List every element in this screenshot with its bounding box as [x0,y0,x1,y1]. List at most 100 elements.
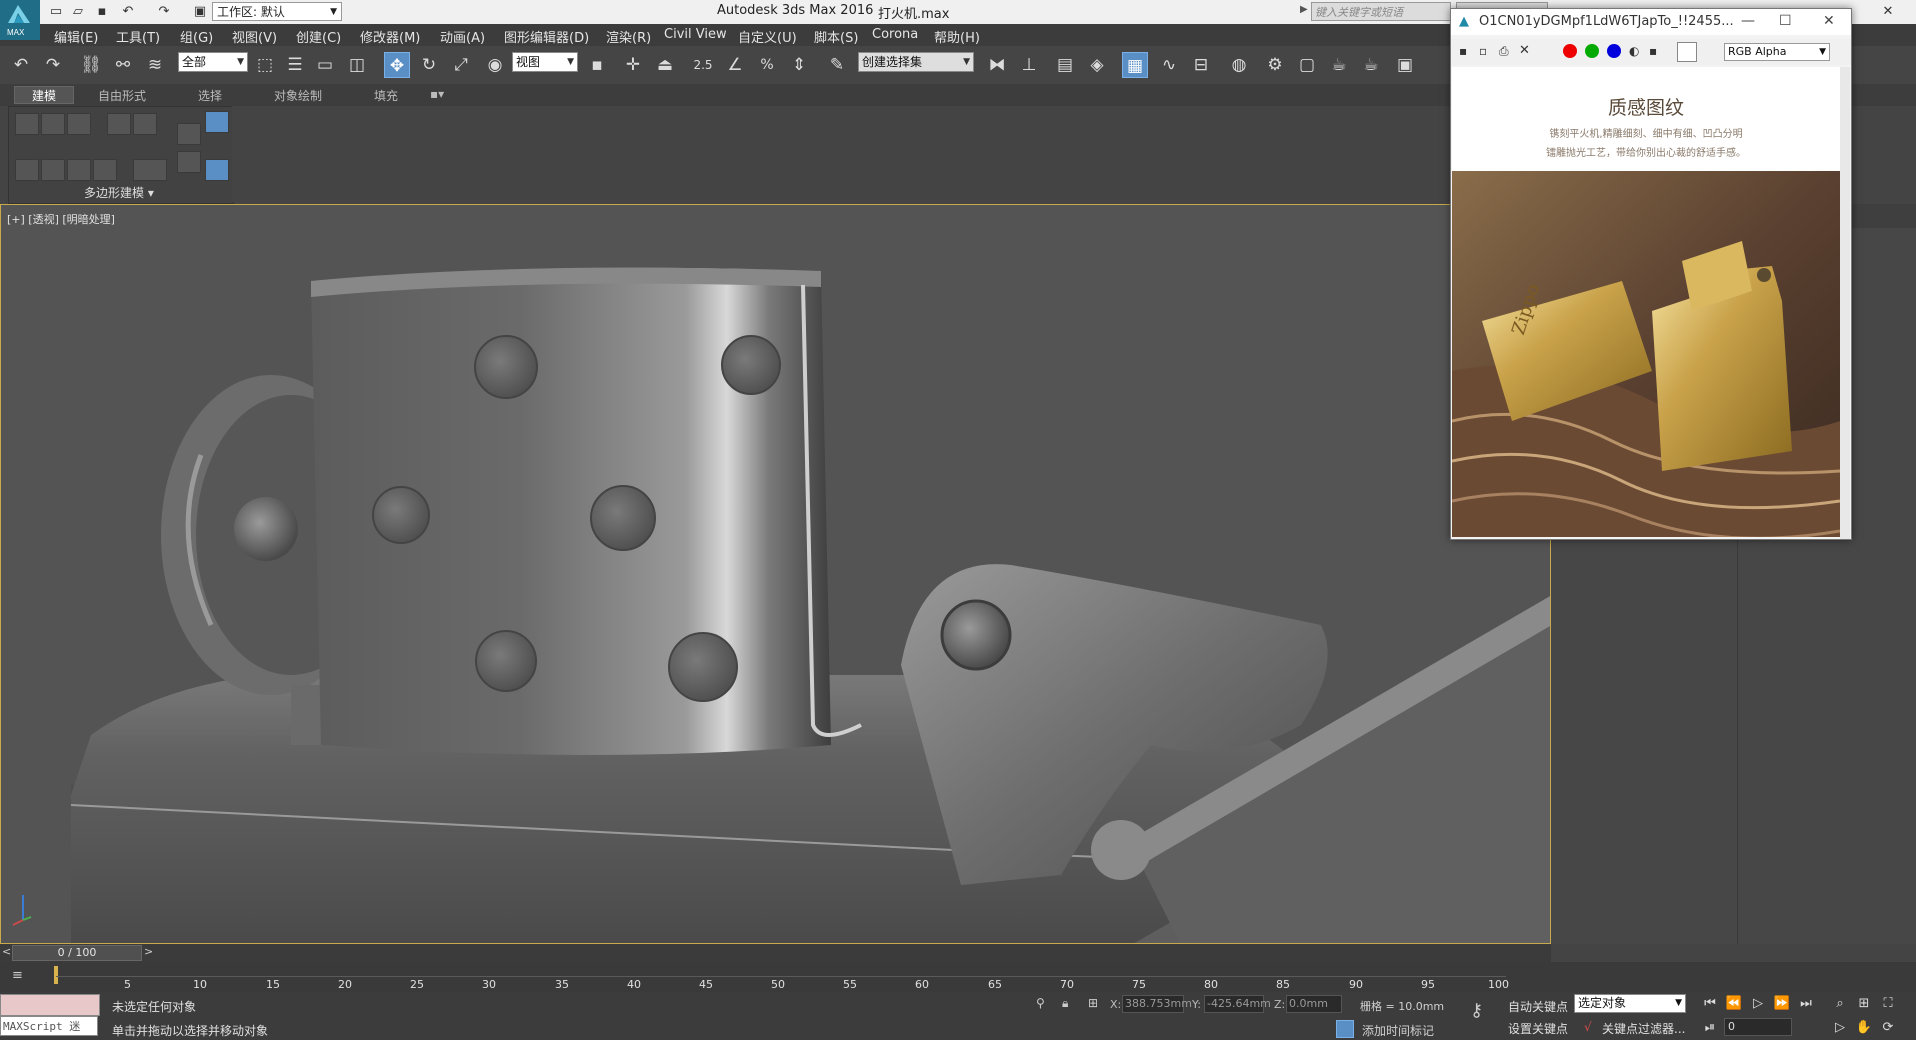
modeling-tool-button[interactable] [67,159,91,181]
link-icon[interactable]: ⛓ [78,52,104,78]
menu-views[interactable]: 视图(V) [232,27,277,46]
edit-named-selection-icon[interactable]: ✎ [824,52,850,78]
modeling-tool-button[interactable] [205,159,229,181]
place-icon[interactable]: ◉ [482,52,508,78]
modeling-tool-button[interactable] [205,111,229,133]
tab-populate[interactable]: 填充 [374,87,398,104]
app-logo[interactable]: MAX [0,0,40,40]
field-of-view-icon[interactable]: ▷ [1830,1020,1850,1035]
material-editor-icon[interactable]: ◍ [1226,52,1252,78]
auto-key-button[interactable]: 自动关键点 [1508,998,1568,1015]
modeling-tool-button[interactable] [41,113,65,135]
render-in-cloud-icon[interactable]: ▣ [1392,52,1418,78]
modeling-tool-button[interactable] [177,123,201,145]
modeling-tool-button[interactable] [107,113,131,135]
keyboard-shortcut-override-icon[interactable]: ⏏ [652,52,678,78]
copy-image-icon[interactable]: ▫ [1479,44,1487,58]
select-object-icon[interactable]: ⬚ [252,52,278,78]
menu-tools[interactable]: 工具(T) [116,27,160,46]
maxscript-mini-listener[interactable]: MAXScript 迷 [0,1016,98,1036]
track-bar-menu-icon[interactable]: ≡ [12,968,23,983]
project-folder-icon[interactable]: ▣ [192,4,208,20]
modeling-tool-button[interactable] [133,159,167,181]
maxscript-listener-output[interactable] [0,994,100,1016]
blue-channel-icon[interactable] [1607,44,1621,58]
angle-snap-icon[interactable]: ∠ [722,52,748,78]
close-icon[interactable]: ✕ [1880,4,1896,20]
select-manipulate-icon[interactable]: ✛ [620,52,646,78]
zoom-icon[interactable]: ⌕ [1830,996,1850,1011]
modeling-tool-button[interactable] [93,159,117,181]
y-coordinate-field[interactable]: -425.64mm [1204,995,1271,1013]
new-file-icon[interactable]: ▭ [48,4,64,20]
menu-graph-editors[interactable]: 图形编辑器(D) [504,27,589,46]
render-production-icon[interactable]: ☕ [1326,52,1352,78]
scene-explorer-icon[interactable]: ◈ [1084,52,1110,78]
time-slider[interactable]: 0 / 100 [12,945,142,961]
tab-object-paint[interactable]: 对象绘制 [274,87,322,104]
save-image-icon[interactable]: ▪ [1459,44,1467,58]
mirror-icon[interactable]: ⧓ [984,52,1010,78]
ribbon-options-icon[interactable]: ▪▾ [430,87,444,101]
selection-lock-icon[interactable]: 🔒︎ [1062,996,1068,1011]
menu-customize[interactable]: 自定义(U) [738,27,797,46]
menu-group[interactable]: 组(G) [180,27,213,46]
zoom-all-icon[interactable]: ⊞ [1854,996,1874,1011]
undo-icon[interactable]: ↶ [8,52,34,78]
print-icon[interactable]: ⎙ [1499,44,1509,59]
ribbon-toggle-icon[interactable]: ▦ [1122,52,1148,78]
display-channel-dropdown[interactable]: RGB Alpha ▼ [1724,43,1830,61]
rectangle-selection-icon[interactable]: ▭ [312,52,338,78]
red-channel-icon[interactable] [1563,44,1577,58]
track-bar[interactable]: ≡ [0,962,1916,992]
polygon-modeling-label[interactable]: 多边形建模 ▾ [84,184,154,201]
menu-scripting[interactable]: 脚本(S) [814,27,858,46]
z-coordinate-field[interactable]: 0.0mm [1286,995,1342,1013]
reference-coordinate-dropdown[interactable]: 视图 ▼ [512,52,578,72]
modeling-tool-button[interactable] [15,113,39,135]
go-to-end-icon[interactable]: ⏭ [1796,996,1816,1011]
absolute-mode-icon[interactable]: ⊞ [1088,996,1098,1010]
layer-manager-icon[interactable]: ▤ [1052,52,1078,78]
frame-buffer-window[interactable]: ▲ O1CN01yDGMpf1LdW6TJapTo_!!2455... — ☐ … [1450,8,1852,540]
modeling-tool-button[interactable] [15,159,39,181]
previous-frame-icon[interactable]: ⏪ [1724,996,1744,1011]
percent-snap-icon[interactable]: % [754,52,780,78]
swatch-icon[interactable] [1677,42,1697,62]
workspace-dropdown[interactable]: 工作区: 默认 ▼ [212,2,342,21]
redo-small-icon[interactable]: ↷ [156,4,172,20]
named-selection-set-dropdown[interactable]: 创建选择集 ▼ [858,52,974,72]
modeling-tool-button[interactable] [133,113,157,135]
menu-corona[interactable]: Corona [872,27,918,42]
redo-icon[interactable]: ↷ [40,52,66,78]
x-coordinate-field[interactable]: 388.753mm [1122,995,1192,1013]
save-icon[interactable]: ▪ [94,4,110,20]
current-frame-field[interactable]: 0 [1724,1018,1792,1036]
bind-space-warp-icon[interactable]: ≋ [142,52,168,78]
key-filters-button[interactable]: 关键点过滤器... [1602,1020,1685,1037]
go-to-start-icon[interactable]: ⏮ [1700,996,1720,1011]
render-setup-icon[interactable]: ⚙ [1262,52,1288,78]
align-icon[interactable]: ⊥ [1016,52,1042,78]
modeling-tool-button[interactable] [177,151,201,173]
select-and-move-icon[interactable]: ✥ [384,52,410,78]
open-file-icon[interactable]: ▱ [70,4,86,20]
alpha-channel-icon[interactable]: ◐ [1629,44,1639,58]
select-by-name-icon[interactable]: ☰ [282,52,308,78]
search-expand-icon[interactable]: ▶ [1300,4,1308,15]
maximize-icon[interactable]: ☐ [1779,13,1792,29]
modeling-tool-button[interactable] [41,159,65,181]
pivot-center-icon[interactable]: ▪ [584,52,610,78]
next-frame-icon[interactable]: > [144,945,153,958]
unlink-icon[interactable]: ⚯ [110,52,136,78]
pan-view-icon[interactable]: ✋ [1854,1020,1874,1035]
modeling-tool-button[interactable] [67,113,91,135]
vertical-scrollbar[interactable] [1840,67,1850,539]
set-key-button[interactable]: 设置关键点 [1508,1020,1568,1037]
perspective-viewport[interactable]: [+] [透视] [明暗处理] [0,204,1551,944]
tab-modeling[interactable]: 建模 [14,86,74,104]
play-icon[interactable]: ▷ [1748,996,1768,1011]
select-and-scale-icon[interactable]: ⤢ [448,52,474,78]
curve-editor-icon[interactable]: ∿ [1156,52,1182,78]
set-key-icon[interactable]: ⚷ [1470,1000,1483,1021]
